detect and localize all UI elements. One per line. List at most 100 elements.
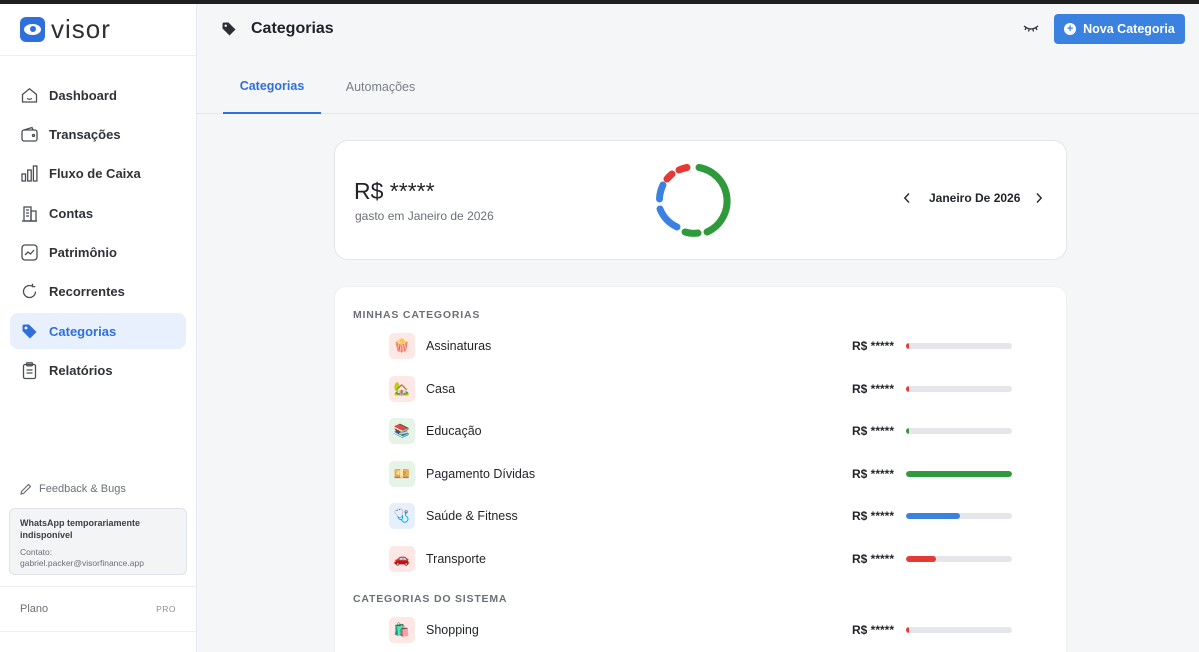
category-progress-fill — [906, 513, 961, 519]
sidebar-item-patrimonio[interactable]: Patrimônio — [10, 235, 186, 271]
category-progress-fill — [906, 428, 910, 434]
donut-segment-blue — [681, 228, 702, 237]
feedback-label: Feedback & Bugs — [39, 483, 126, 495]
category-progress-track — [906, 470, 1012, 477]
category-amount: R$ ***** — [852, 623, 895, 637]
category-row[interactable]: 🚗 Transporte R$ ***** — [335, 544, 1068, 574]
category-row[interactable]: 🍿 Assinaturas R$ ***** — [335, 331, 1068, 361]
refresh-icon — [20, 282, 39, 301]
donut-segment-green — [695, 164, 731, 236]
clipboard-icon — [20, 361, 39, 380]
feedback-link[interactable]: Feedback & Bugs — [19, 482, 126, 496]
spending-donut-chart — [656, 164, 731, 237]
category-name: Educação — [426, 424, 482, 438]
category-emoji-icon: 📚 — [389, 418, 415, 444]
donut-segment-blue-3 — [656, 181, 667, 203]
category-progress-track — [906, 385, 1012, 392]
sidebar-item-label: Patrimônio — [49, 245, 117, 261]
chevron-left-icon — [903, 192, 910, 204]
category-name: Assinaturas — [426, 339, 492, 353]
hide-values-toggle[interactable] — [1023, 21, 1039, 33]
category-progress-fill — [906, 627, 909, 633]
sidebar-item-dashboard[interactable]: Dashboard — [10, 77, 186, 113]
sidebar-item-label: Categorias — [49, 323, 117, 339]
category-row[interactable]: 📚 Educação R$ ***** — [335, 416, 1068, 446]
category-amount: R$ ***** — [852, 424, 895, 438]
category-emoji-icon: 🚗 — [389, 545, 415, 572]
category-progress-track — [906, 627, 1012, 633]
category-emoji-icon: 🩺 — [389, 503, 415, 529]
total-spent-amount: R$ ***** — [354, 178, 435, 204]
plan-label: Plano — [20, 603, 49, 615]
category-amount: R$ ***** — [852, 381, 895, 396]
wallet-icon — [20, 125, 39, 144]
eye-closed-icon — [1023, 25, 1039, 32]
donut-segment-red-2 — [675, 164, 691, 174]
brand[interactable]: visor — [0, 4, 196, 56]
category-amount: R$ ***** — [852, 466, 895, 481]
tag-icon — [20, 322, 39, 341]
plan-badge: PRO — [156, 604, 176, 614]
category-progress-track — [906, 343, 1012, 349]
category-progress-track — [906, 513, 1012, 519]
sidebar-item-contas[interactable]: Contas — [10, 195, 186, 231]
tag-icon — [221, 21, 237, 37]
bar-chart-icon — [20, 164, 39, 183]
category-progress-fill — [906, 555, 936, 562]
system-categories-title: CATEGORIAS DO SISTEMA — [353, 593, 508, 605]
donut-segment-red — [663, 170, 676, 183]
category-progress-track — [906, 555, 1012, 562]
category-progress-fill — [906, 470, 1012, 477]
trend-icon — [20, 243, 39, 262]
category-name: Transporte — [426, 551, 486, 566]
building-icon — [20, 204, 39, 223]
category-amount: R$ ***** — [852, 339, 895, 353]
sidebar-item-recorrentes[interactable]: Recorrentes — [10, 274, 186, 310]
category-amount: R$ ***** — [852, 551, 895, 566]
whatsapp-notice-contact: Contato: gabriel.packer@visorfinance.app — [20, 547, 144, 568]
current-month-label: Janeiro De 2026 — [929, 191, 1021, 205]
sidebar: visor Dashboard Transações Fluxo de Caix… — [0, 4, 197, 652]
sidebar-item-categorias[interactable]: Categorias — [10, 313, 186, 350]
sidebar-item-transacoes[interactable]: Transações — [10, 116, 186, 152]
tab-categorias[interactable]: Categorias — [223, 60, 321, 114]
sidebar-item-fluxo-de-caixa[interactable]: Fluxo de Caixa — [10, 156, 186, 192]
plus-circle-icon: + — [1064, 23, 1077, 35]
main-content: Categorias + Nova Categoria Categorias A… — [197, 4, 1199, 652]
category-emoji-icon: 🍿 — [389, 333, 415, 359]
my-categories-title: MINHAS CATEGORIAS — [353, 309, 481, 321]
category-name: Shopping — [426, 623, 479, 637]
category-row[interactable]: 🛍️ Shopping R$ ***** — [335, 615, 1068, 645]
tab-automacoes[interactable]: Automações — [327, 60, 434, 114]
category-emoji-icon: 🛍️ — [389, 617, 415, 643]
category-emoji-icon: 💴 — [389, 460, 415, 487]
sidebar-item-label: Dashboard — [49, 87, 117, 103]
category-progress-track — [906, 428, 1012, 434]
categories-card: MINHAS CATEGORIAS 🍿 Assinaturas R$ *****… — [334, 286, 1067, 652]
category-row[interactable]: 🩺 Saúde & Fitness R$ ***** — [335, 501, 1068, 531]
category-row[interactable]: 💴 Pagamento Dívidas R$ ***** — [335, 459, 1068, 489]
category-progress-fill — [906, 343, 909, 349]
total-spent-subtitle: gasto em Janeiro de 2026 — [355, 209, 494, 223]
home-icon — [20, 86, 39, 105]
category-emoji-icon: 🏡 — [389, 375, 415, 402]
page-header: Categorias — [197, 4, 1199, 54]
next-month-button[interactable] — [1032, 191, 1046, 205]
summary-card: R$ ***** gasto em Janeiro de 2026 Janeir… — [334, 140, 1067, 260]
new-category-label: Nova Categoria — [1083, 22, 1175, 36]
category-row[interactable]: 🏡 Casa R$ ***** — [335, 374, 1068, 404]
sidebar-item-label: Recorrentes — [49, 284, 125, 300]
category-name: Saúde & Fitness — [426, 509, 518, 523]
chevron-right-icon — [1036, 192, 1043, 204]
month-navigator: Janeiro De 2026 — [900, 191, 1046, 205]
category-amount: R$ ***** — [852, 509, 895, 523]
sidebar-item-label: Fluxo de Caixa — [49, 166, 141, 182]
whatsapp-notice: WhatsApp temporariamente indisponível Co… — [9, 508, 187, 575]
sidebar-item-label: Transações — [49, 126, 121, 142]
plan-row[interactable]: Plano PRO — [0, 586, 196, 632]
brand-name: visor — [51, 14, 111, 44]
previous-month-button[interactable] — [900, 191, 914, 205]
new-category-button[interactable]: + Nova Categoria — [1054, 14, 1185, 44]
sidebar-item-relatorios[interactable]: Relatórios — [10, 353, 186, 389]
donut-segment-blue-2 — [656, 205, 681, 231]
